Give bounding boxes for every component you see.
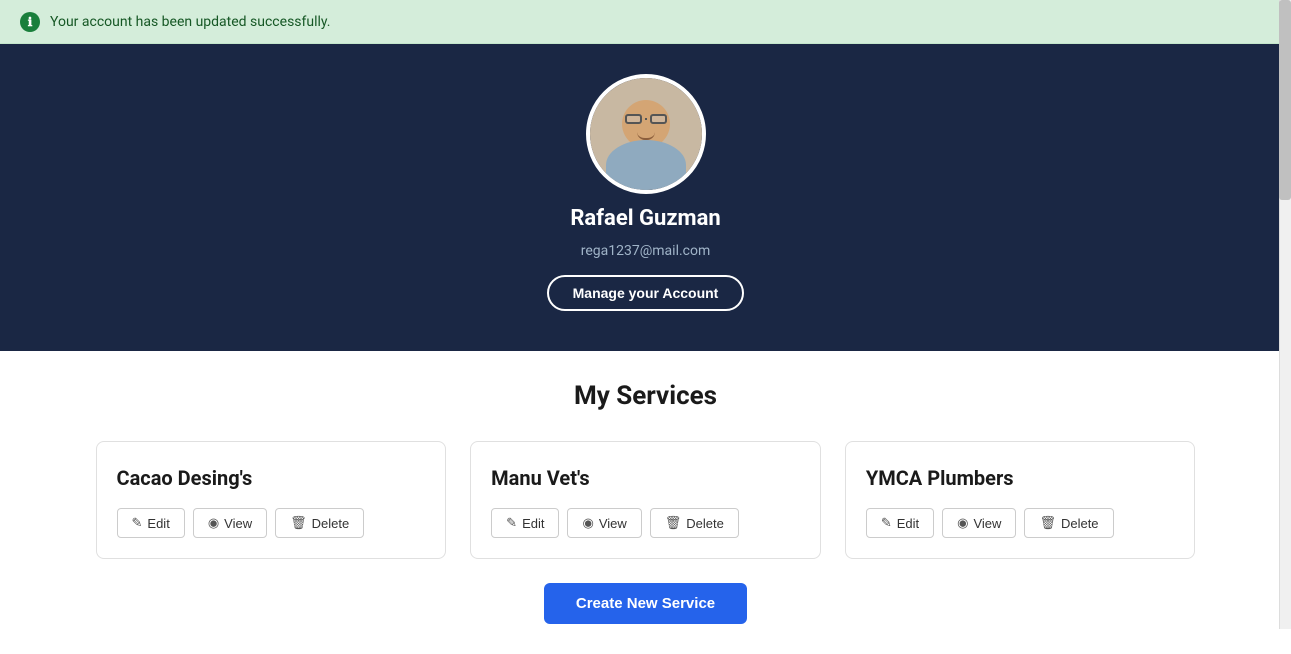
service-actions-1: ✎ Edit ◉ View 🗑 Delete — [117, 508, 426, 538]
services-grid: Cacao Desing's ✎ Edit ◉ View 🗑 Delete Ma… — [96, 441, 1196, 559]
view-icon-2: ◉ — [582, 515, 593, 531]
avatar — [586, 74, 706, 194]
main-content: My Services Cacao Desing's ✎ Edit ◉ View… — [0, 351, 1291, 654]
view-button-1[interactable]: ◉ View — [193, 508, 267, 538]
service-name-2: Manu Vet's — [491, 466, 800, 490]
delete-button-2[interactable]: 🗑 Delete — [650, 508, 739, 538]
create-btn-area: Create New Service — [40, 583, 1251, 624]
view-button-3[interactable]: ◉ View — [942, 508, 1016, 538]
user-name: Rafael Guzman — [570, 206, 720, 231]
manage-account-button[interactable]: Manage your Account — [547, 275, 745, 311]
delete-icon-3: 🗑 — [1039, 515, 1056, 531]
scrollbar-thumb[interactable] — [1279, 0, 1291, 200]
edit-button-3[interactable]: ✎ Edit — [866, 508, 934, 538]
service-actions-2: ✎ Edit ◉ View 🗑 Delete — [491, 508, 800, 538]
service-card-2: Manu Vet's ✎ Edit ◉ View 🗑 Delete — [470, 441, 821, 559]
delete-button-3[interactable]: 🗑 Delete — [1024, 508, 1113, 538]
user-email: rega1237@mail.com — [581, 243, 711, 259]
delete-icon-2: 🗑 — [665, 515, 682, 531]
create-service-button[interactable]: Create New Service — [544, 583, 747, 624]
delete-icon: 🗑 — [290, 515, 307, 531]
edit-icon-2: ✎ — [506, 515, 517, 531]
success-message: Your account has been updated successful… — [50, 14, 331, 30]
service-actions-3: ✎ Edit ◉ View 🗑 Delete — [866, 508, 1175, 538]
success-banner: ℹ Your account has been updated successf… — [0, 0, 1291, 44]
service-name-3: YMCA Plumbers — [866, 466, 1175, 490]
service-name-1: Cacao Desing's — [117, 466, 426, 490]
view-icon-3: ◉ — [957, 515, 968, 531]
service-card-3: YMCA Plumbers ✎ Edit ◉ View 🗑 Delete — [845, 441, 1196, 559]
services-title: My Services — [40, 381, 1251, 411]
info-icon: ℹ — [20, 12, 40, 32]
scrollbar[interactable] — [1279, 0, 1291, 629]
delete-button-1[interactable]: 🗑 Delete — [275, 508, 364, 538]
edit-icon-3: ✎ — [881, 515, 892, 531]
service-card-1: Cacao Desing's ✎ Edit ◉ View 🗑 Delete — [96, 441, 447, 559]
edit-icon: ✎ — [132, 515, 143, 531]
edit-button-2[interactable]: ✎ Edit — [491, 508, 559, 538]
view-button-2[interactable]: ◉ View — [567, 508, 641, 538]
profile-header: Rafael Guzman rega1237@mail.com Manage y… — [0, 44, 1291, 351]
view-icon: ◉ — [208, 515, 219, 531]
edit-button-1[interactable]: ✎ Edit — [117, 508, 185, 538]
